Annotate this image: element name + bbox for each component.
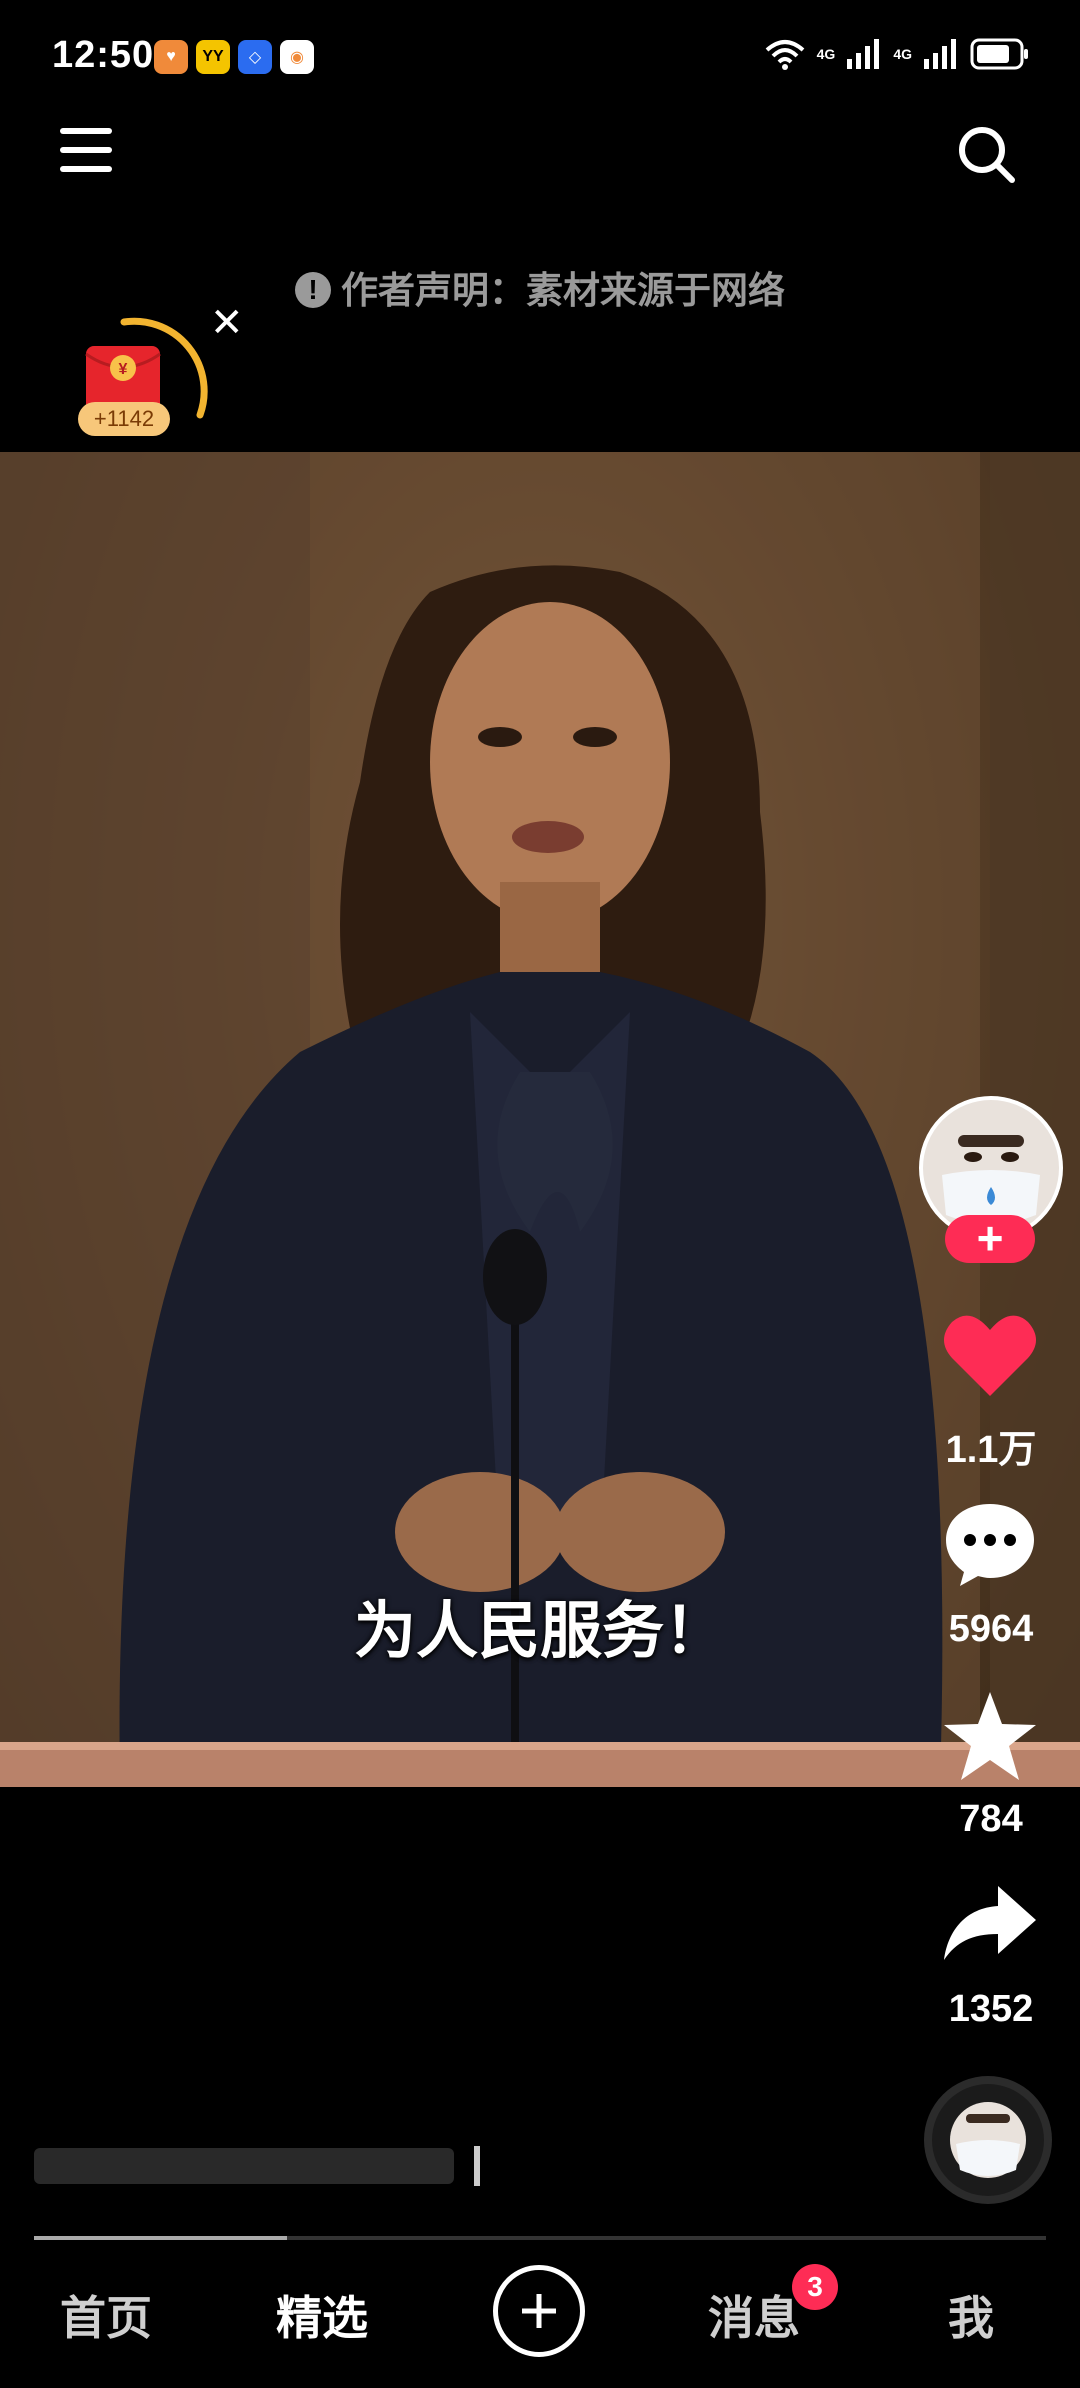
signal-icon-2 <box>924 39 956 69</box>
heart-icon[interactable] <box>942 1310 1038 1400</box>
status-indicators: 4G 4G <box>765 38 1030 70</box>
nav-me[interactable]: 我 <box>948 2282 994 2348</box>
signal-icon-1 <box>847 39 880 69</box>
author-notice-text: 作者声明：素材来源于网络 <box>341 270 785 311</box>
browser-app-icon: ◉ <box>280 40 314 74</box>
network-label-1: 4G <box>816 46 836 62</box>
comment-icon[interactable] <box>942 1500 1038 1590</box>
battery-icon <box>970 38 1028 70</box>
music-disc-icon[interactable] <box>922 2074 1054 2206</box>
messages-badge: 3 <box>792 2264 838 2310</box>
network-label-2: 4G <box>893 46 912 62</box>
exclamation-icon: ! <box>295 272 331 309</box>
heart-app-icon: ♥ <box>154 40 188 74</box>
progress-fill <box>34 2236 287 2240</box>
red-packet-symbol: ¥ <box>119 361 128 378</box>
nav-messages[interactable]: 消息 <box>708 2282 800 2348</box>
search-icon[interactable] <box>954 122 1018 186</box>
red-packet-amount: +1142 <box>94 406 154 431</box>
blue-app-icon: ◇ <box>238 40 272 74</box>
favorite-count: 784 <box>959 1798 1023 1840</box>
share-icon[interactable] <box>942 1882 1038 1962</box>
red-packet-widget[interactable]: ¥ +1142 <box>72 310 212 460</box>
author-notice: ! 作者声明：素材来源于网络 <box>0 260 1080 314</box>
like-count: 1.1万 <box>945 1429 1037 1471</box>
nav-featured[interactable]: 精选 <box>276 2282 368 2348</box>
wifi-icon <box>765 40 804 70</box>
follow-button[interactable]: + <box>945 1215 1035 1263</box>
yy-app-icon: YY <box>196 40 230 74</box>
star-icon[interactable] <box>942 1690 1038 1782</box>
add-button[interactable] <box>493 2265 585 2357</box>
share-count: 1352 <box>948 1988 1034 2030</box>
caption-text-blurred <box>34 2146 480 2186</box>
close-icon[interactable]: ✕ <box>210 300 244 346</box>
plus-icon <box>522 2294 556 2328</box>
status-time: 12:50 <box>52 34 155 76</box>
nav-home[interactable]: 首页 <box>60 2282 152 2348</box>
comment-count: 5964 <box>948 1608 1034 1650</box>
menu-icon[interactable] <box>60 128 112 180</box>
